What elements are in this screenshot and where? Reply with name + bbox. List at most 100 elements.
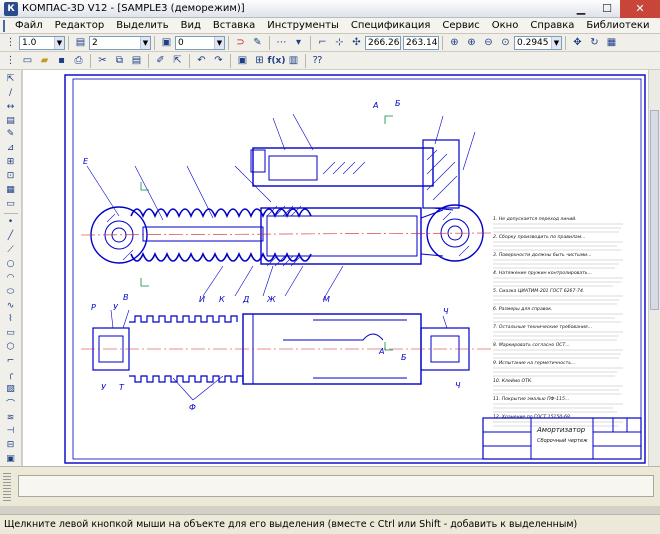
menu-service[interactable]: Сервис [436,20,485,31]
fillet-icon[interactable]: ╭ [4,369,18,381]
line-width-combo[interactable]: 1.0 ▼ [19,35,65,50]
select-tool-icon[interactable]: ⇱ [4,73,18,85]
axis-icon[interactable]: ⊣ [4,425,18,437]
part-letter: Р [91,303,96,312]
report-tool-icon[interactable]: ▭ [4,198,18,210]
zoom-combo[interactable]: 0.2945 ▼ [514,35,562,50]
arc-icon[interactable]: ◠ [4,272,18,284]
drawing-canvas[interactable]: А Б А Б Е И К Д Ж М В Ф Р У У Т Ч Ч 1. Н… [23,70,648,466]
symbols-tool-icon[interactable]: ▤ [4,115,18,127]
local-cs-icon[interactable]: ⊹ [332,35,347,50]
part-letter: У [101,383,107,392]
redo-icon[interactable]: ↷ [211,53,226,68]
zoom-all-icon[interactable]: ⊙ [498,35,513,50]
menu-help[interactable]: Справка [524,20,580,31]
part-letter: И [199,295,205,304]
minimize-button[interactable]: ▁ [568,0,594,18]
title-block-text: Амортизатор Сборочный чертеж [536,426,588,444]
cut-icon[interactable]: ✂ [95,53,110,68]
menu-insert[interactable]: Вставка [207,20,261,31]
brush-icon[interactable]: ✐ [153,53,168,68]
polygon-icon[interactable]: ⬡ [4,341,18,353]
menu-edit[interactable]: Редактор [49,20,111,31]
panel-grip[interactable] [3,473,11,501]
equidistant-icon[interactable]: ≋ [4,412,18,424]
layer-combo[interactable]: 2 ▼ [89,35,151,50]
vertical-scrollbar[interactable] [648,70,660,466]
svg-text:12. Хранение по ГОСТ 15150-69.: 12. Хранение по ГОСТ 15150-69. [493,414,571,420]
compact-toolbar: ⇱ ∕ ↔ ▤ ✎ ⊿ ⊞ ⊡ ▦ ▭ • ╱ ⟋ ○ ◠ ⬭ ∿ ⌇ ▭ ⬡ … [0,70,22,466]
zoom-in-icon[interactable]: ⊕ [464,35,479,50]
paste-icon[interactable]: ▤ [129,53,144,68]
svg-text:10. Клеймо ОТК.: 10. Клеймо ОТК. [493,378,533,384]
snap-icon[interactable]: ✎ [250,35,265,50]
doc-minimize-button[interactable]: _ [655,21,660,31]
circle-icon[interactable]: ○ [4,258,18,270]
menu-libraries[interactable]: Библиотеки [580,20,655,31]
spline-icon[interactable]: ∿ [4,300,18,312]
variables-icon[interactable]: ▣ [235,53,250,68]
ellipse-icon[interactable]: ⬭ [4,286,18,298]
segment-icon[interactable]: ⟋ [4,244,18,256]
status-message: Щелкните левой кнопкой мыши на объекте д… [4,519,578,530]
edit-tool-icon[interactable]: ✎ [4,128,18,140]
macro-icon[interactable]: ▣ [4,453,18,465]
refresh-icon[interactable]: ↻ [587,35,602,50]
grid-icon[interactable]: ⋯ [274,35,289,50]
pan-icon[interactable]: ✥ [570,35,585,50]
hatch-icon[interactable]: ▨ [4,383,18,395]
menu-window[interactable]: Окно [486,20,525,31]
help-pointer-icon[interactable]: ⁇ [310,53,325,68]
document-icon[interactable] [3,19,5,32]
undo-icon[interactable]: ↶ [194,53,209,68]
copy-icon[interactable]: ⧉ [112,53,127,68]
coord-x-field[interactable]: 266.26 [365,35,401,50]
menu-tools[interactable]: Инструменты [261,20,345,31]
menu-view[interactable]: Вид [175,20,207,31]
menu-select[interactable]: Выделить [110,20,174,31]
app-icon[interactable]: К [4,1,18,16]
grid-dropdown-icon[interactable]: ▾ [291,35,306,50]
close-button[interactable]: ✕ [620,0,660,18]
chamfer-icon[interactable]: ⌐ [4,355,18,367]
manager-icon[interactable]: ⊞ [252,53,267,68]
dimensions-tool-icon[interactable]: ↔ [4,101,18,113]
spec-tool-icon[interactable]: ▦ [4,184,18,196]
param-tool-icon[interactable]: ⊿ [4,142,18,154]
trim-icon[interactable]: ⊟ [4,439,18,451]
measure-tool-icon[interactable]: ⊞ [4,156,18,168]
coord-y-field[interactable]: 263.14 [403,35,439,50]
property-panel-area[interactable] [18,475,654,497]
save-icon[interactable]: ▪ [54,53,69,68]
scrollbar-thumb[interactable] [650,110,659,310]
properties-icon[interactable]: ▦ [604,35,619,50]
ortho-icon[interactable]: ⌐ [315,35,330,50]
svg-text:9. Испытание на герметичность.: 9. Испытание на герметичность... [493,360,575,366]
cursor-select-icon[interactable]: ⇱ [170,53,185,68]
select-mode-icon[interactable]: ⊡ [4,170,18,182]
cursor-icon[interactable]: ✣ [349,35,364,50]
style-combo[interactable]: 0 ▼ [175,35,225,50]
style-icon[interactable]: ▣ [159,35,174,50]
part-letter: К [219,295,225,304]
maximize-button[interactable]: ☐ [594,0,620,18]
print-icon[interactable]: ⎙ [71,53,86,68]
geometry-tool-icon[interactable]: ∕ [4,87,18,99]
magnet-icon[interactable]: ⊃ [233,35,248,50]
library-icon[interactable]: ▥ [286,53,301,68]
polyline-icon[interactable]: ⌇ [4,313,18,325]
contour-icon[interactable]: ⌒ [4,397,18,410]
zoom-window-icon[interactable]: ⊕ [447,35,462,50]
point-icon[interactable]: • [4,216,18,228]
fx-icon[interactable]: f(x) [268,53,286,68]
rectangle-icon[interactable]: ▭ [4,327,18,339]
new-document-icon[interactable]: ▭ [20,53,35,68]
zoom-out-icon[interactable]: ⊖ [481,35,496,50]
menu-file[interactable]: Файл [9,20,49,31]
open-folder-icon[interactable]: ▰ [37,53,52,68]
layers-icon[interactable]: ▤ [73,35,88,50]
menu-specification[interactable]: Спецификация [345,20,437,31]
part-letter: Е [83,157,89,166]
drawing-sheet: А Б А Б Е И К Д Ж М В Ф Р У У Т Ч Ч 1. Н… [64,74,646,464]
line-icon[interactable]: ╱ [4,230,18,242]
